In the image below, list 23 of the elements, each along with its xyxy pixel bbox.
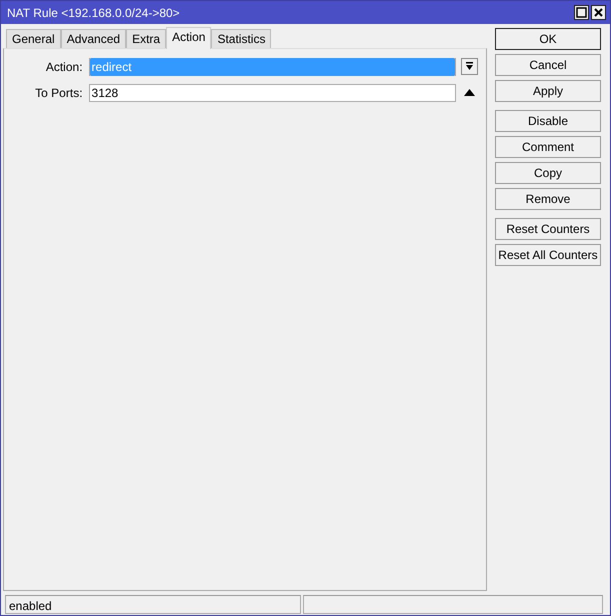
dropdown-button[interactable] (461, 58, 478, 75)
field-label: To Ports: (34, 84, 84, 102)
input-field[interactable]: 3128 (88, 84, 456, 102)
close-button[interactable] (591, 5, 606, 20)
tab[interactable]: Extra (126, 29, 166, 48)
dialog-button[interactable]: Reset Counters (495, 218, 601, 240)
dialog-button[interactable]: Apply (495, 80, 601, 102)
tab[interactable]: Advanced (60, 29, 126, 48)
down-arrow-icon (465, 62, 474, 71)
dialog-button[interactable]: OK (495, 28, 601, 50)
field-label: Action: (44, 58, 84, 76)
tab[interactable]: Action (166, 27, 212, 49)
dialog-button[interactable]: Remove (495, 188, 601, 210)
status-text: enabled (5, 595, 301, 614)
tab[interactable]: Statistics (211, 29, 272, 48)
dialog-button[interactable]: Reset All Counters (495, 244, 601, 266)
dialog-button[interactable]: Comment (495, 136, 601, 158)
window-title: NAT Rule <192.168.0.0/24->80> (7, 4, 181, 22)
dialog-button[interactable]: Cancel (495, 54, 601, 76)
dialog-button[interactable]: Disable (495, 110, 601, 132)
tab[interactable]: General (6, 29, 61, 48)
dialog-button[interactable]: Copy (495, 162, 601, 184)
maximize-button[interactable] (574, 5, 589, 20)
